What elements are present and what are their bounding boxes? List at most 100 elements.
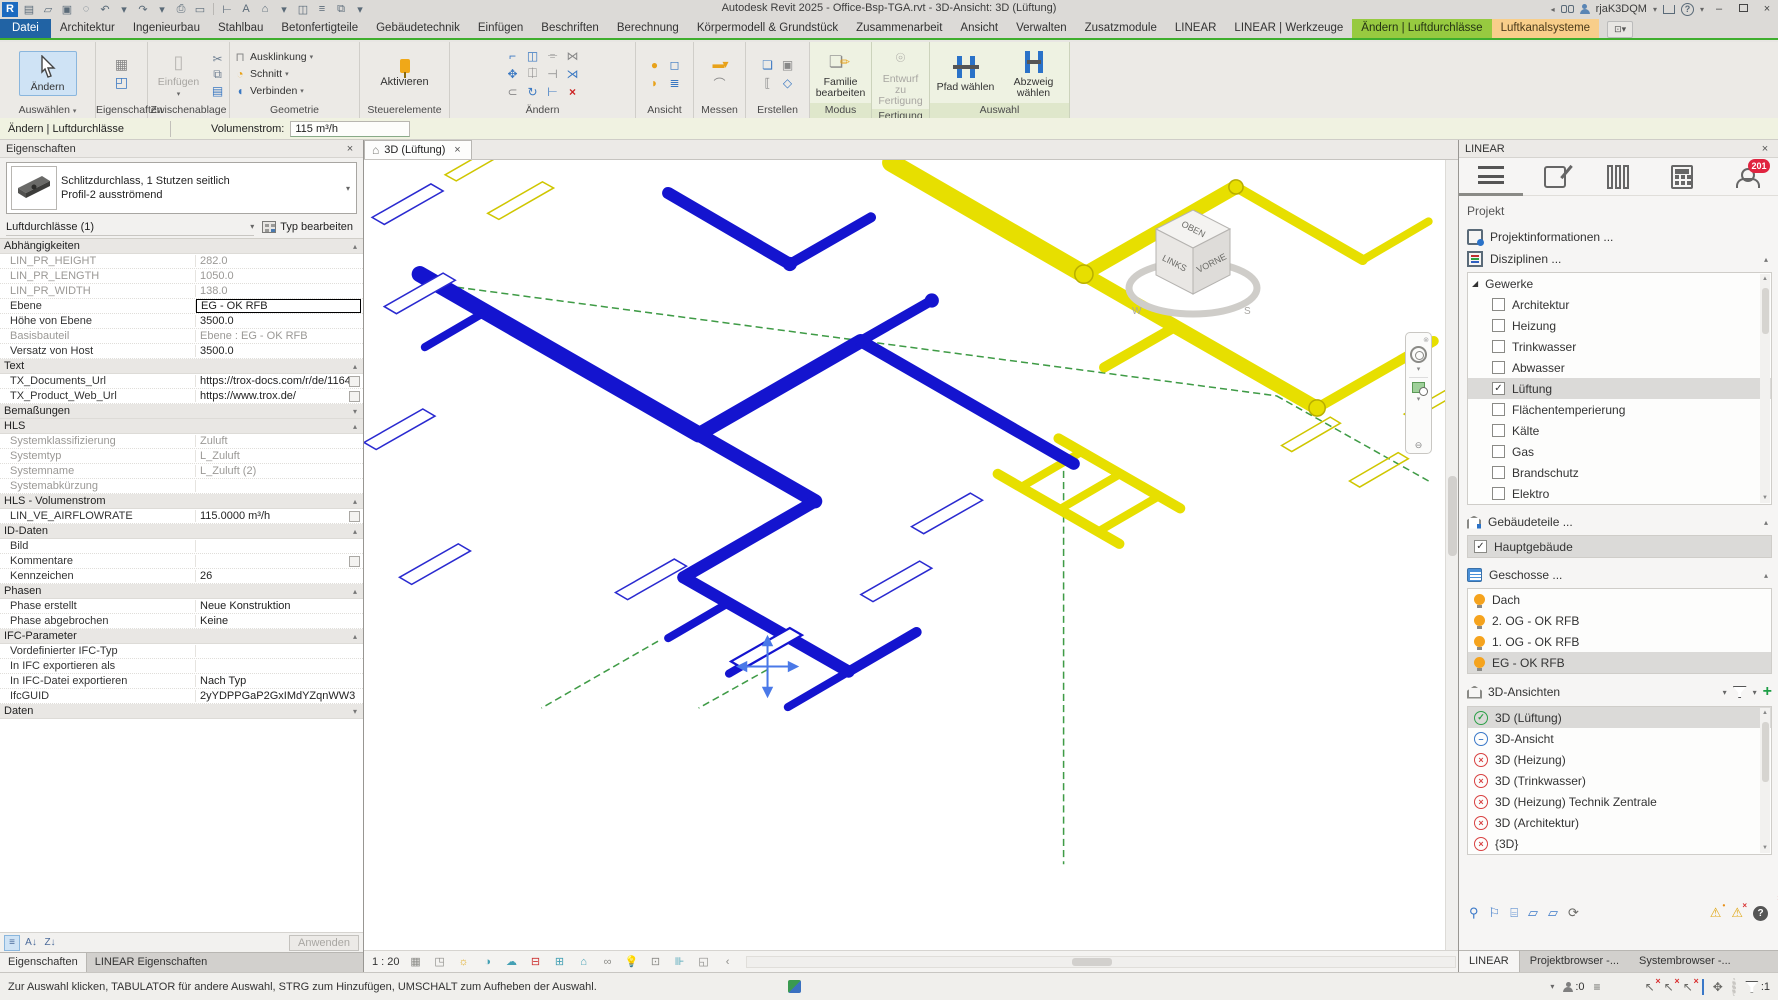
properties-tab-linear-eigenschaften[interactable]: LINEAR Eigenschaften — [87, 953, 216, 972]
property-value[interactable]: https://www.trox.de/ — [196, 390, 349, 402]
qat-customize-icon[interactable]: ▾ — [352, 2, 368, 17]
panel-label-steuerelemente[interactable]: Steuerelemente — [360, 103, 449, 118]
verbinden-menu[interactable]: ◖Verbinden▾ — [233, 82, 304, 99]
view-scale[interactable]: 1 : 20 — [372, 956, 400, 968]
modify-button[interactable]: Ändern — [19, 51, 77, 96]
connect-tool-icon[interactable]: ⚲ — [1469, 905, 1479, 921]
property-row-ifcguid[interactable]: IfcGUID2yYDPPGaP2GxIMdYZqnWW3 — [0, 689, 363, 704]
view-row-3d-heizung[interactable]: ×3D (Heizung) — [1468, 749, 1771, 770]
section-icon[interactable]: ◫ — [295, 2, 311, 17]
expand-controls-icon[interactable]: ‹ — [720, 954, 736, 970]
tree-expand-icon[interactable]: ◢ — [1472, 279, 1478, 288]
property-value[interactable]: Nach Typ — [196, 675, 363, 687]
storey-row-2-og-ok-rfb[interactable]: 2. OG - OK RFB — [1468, 610, 1771, 631]
associate-parameter-button[interactable] — [349, 511, 360, 522]
zoom-dropdown-icon[interactable]: ▾ — [1417, 395, 1421, 403]
linear-help-icon[interactable]: ? — [1753, 906, 1768, 921]
gewerk-checkbox[interactable]: ✓ — [1492, 382, 1505, 395]
property-section-text[interactable]: Text▴ — [0, 359, 363, 374]
gewerk-row-brandschutz[interactable]: Brandschutz — [1468, 462, 1771, 483]
mirror-icon[interactable]: ⎅ — [524, 65, 541, 82]
gewerk-row-gas[interactable]: Gas — [1468, 441, 1771, 462]
section-collapse-icon[interactable]: ▴ — [353, 632, 359, 641]
property-section-phasen[interactable]: Phasen▴ — [0, 584, 363, 599]
unpin-icon[interactable]: ⋊ — [564, 65, 581, 82]
linear-menu-tab[interactable] — [1459, 158, 1523, 196]
shadows-icon[interactable]: ◑ — [480, 954, 496, 970]
select-by-face-icon[interactable] — [1702, 980, 1704, 994]
property-row-tx-product-web-url[interactable]: TX_Product_Web_Urlhttps://www.trox.de/ — [0, 389, 363, 404]
film-tool-icon[interactable]: ⌸ — [1510, 905, 1518, 921]
properties-palette-icon[interactable]: ◰ — [113, 74, 130, 91]
drag-on-selection-icon[interactable]: ✥ — [1713, 980, 1723, 994]
apply-button[interactable]: Anwenden — [289, 935, 359, 951]
gewerk-row-trinkwasser[interactable]: Trinkwasser — [1468, 336, 1771, 357]
associate-parameter-button[interactable] — [349, 556, 360, 567]
property-row-vordefinierter-ifc-typ[interactable]: Vordefinierter IFC-Typ — [0, 644, 363, 659]
associate-parameter-button[interactable] — [349, 376, 360, 387]
views-dropdown[interactable]: 3D-Ansichten — [1488, 685, 1560, 699]
section-collapse-icon[interactable]: ▴ — [353, 242, 359, 251]
tab-berechnung[interactable]: Berechnung — [608, 19, 688, 38]
tab-aendern-luftdurchlaesse[interactable]: Ändern | Luftdurchlässe — [1352, 19, 1491, 38]
copy-icon[interactable]: ⧉ — [209, 66, 226, 83]
gewerk-checkbox[interactable] — [1492, 361, 1505, 374]
property-value[interactable]: Neue Konstruktion — [196, 600, 363, 612]
tab-gebäudetechnik[interactable]: Gebäudetechnik — [367, 19, 469, 38]
cut-icon[interactable]: ✂ — [209, 50, 226, 67]
panel-label-messen[interactable]: Messen — [694, 103, 745, 118]
property-row-systemabkürzung[interactable]: Systemabkürzung — [0, 479, 363, 494]
associate-parameter-button[interactable] — [349, 391, 360, 402]
trim-icon[interactable]: ⊣ — [544, 65, 561, 82]
geschosse-collapse-icon[interactable]: ▴ — [1764, 571, 1772, 580]
aligned-dimension-icon[interactable]: ⊢ — [219, 2, 235, 17]
tab-architektur[interactable]: Architektur — [51, 19, 124, 38]
detail-level-icon[interactable]: ▦ — [408, 954, 424, 970]
undo-icon[interactable]: ↶ — [97, 2, 113, 17]
property-row-versatz-von-host[interactable]: Versatz von Host3500.0 — [0, 344, 363, 359]
tab-verwalten[interactable]: Verwalten — [1007, 19, 1076, 38]
create-group-icon[interactable]: ❏ — [759, 56, 776, 73]
tab-körpermodell-grundstück[interactable]: Körpermodell & Grundstück — [688, 19, 847, 38]
editable-only-toggle-icon[interactable]: ≡ — [1594, 980, 1601, 994]
linear-panel-close-icon[interactable]: × — [1758, 143, 1772, 155]
thin-lines-icon[interactable]: ≡ — [314, 2, 330, 17]
linear-library-tab[interactable] — [1587, 158, 1651, 196]
viewport-horizontal-scrollbar[interactable] — [746, 956, 1456, 968]
select-branch-button[interactable]: Abzweig wählen — [1001, 47, 1066, 101]
tab-linear-werkzeuge[interactable]: LINEAR | Werkzeuge — [1225, 19, 1352, 38]
navbar-close-icon[interactable]: ⊗ — [1423, 336, 1429, 344]
viewcube[interactable]: W S OBEN LINKS VORNE — [1118, 200, 1268, 325]
tab-stahlbau[interactable]: Stahlbau — [209, 19, 272, 38]
isolate-icon[interactable]: ◻ — [666, 56, 683, 73]
help-dropdown-icon[interactable]: ▾ — [1700, 5, 1704, 14]
panel-label-eigenschaften[interactable]: Eigenschaften — [96, 103, 147, 118]
tab-betonfertigteile[interactable]: Betonfertigteile — [272, 19, 367, 38]
measure-tool-icon[interactable]: ▬▾ — [711, 56, 728, 73]
editable-only-count[interactable]: :0 — [1563, 981, 1584, 993]
worksharing-status[interactable] — [788, 980, 801, 993]
panel-label-aendern[interactable]: Ändern — [450, 103, 635, 118]
property-row-phase-erstellt[interactable]: Phase erstelltNeue Konstruktion — [0, 599, 363, 614]
view-tab-3d-lueftung[interactable]: ⌂ 3D (Lüftung) × — [364, 140, 472, 159]
view-row-3d-architektur[interactable]: ×3D (Architektur) — [1468, 812, 1771, 833]
tab-einfügen[interactable]: Einfügen — [469, 19, 532, 38]
crop-region-icon[interactable]: ⊞ — [552, 954, 568, 970]
property-row-systemklassifizierung[interactable]: SystemklassifizierungZuluft — [0, 434, 363, 449]
duct-delete-tool-icon[interactable]: ▱× — [1548, 905, 1558, 921]
zoom-region-icon[interactable] — [1412, 382, 1425, 393]
tab-ansicht[interactable]: Ansicht — [951, 19, 1007, 38]
create-assembly-icon[interactable]: ▣ — [779, 56, 796, 73]
gewerk-checkbox[interactable] — [1492, 340, 1505, 353]
move-icon[interactable]: ✥ — [504, 65, 521, 82]
close-hidden-windows-icon[interactable]: ⧉ — [333, 2, 349, 17]
duct-tool-icon[interactable]: ▱ — [1528, 905, 1538, 921]
create-similar-icon[interactable]: ⟦ — [759, 74, 776, 91]
gewerk-checkbox[interactable] — [1492, 403, 1505, 416]
crop-view-icon[interactable]: ⊟ — [528, 954, 544, 970]
views-filter-icon[interactable] — [1733, 686, 1747, 698]
property-value[interactable]: 3500.0 — [196, 345, 363, 357]
property-section-id-daten[interactable]: ID-Daten▴ — [0, 524, 363, 539]
sun-path-icon[interactable]: ☼ — [456, 954, 472, 970]
paste-button[interactable]: ▯ Einfügen ▾ — [151, 47, 206, 100]
